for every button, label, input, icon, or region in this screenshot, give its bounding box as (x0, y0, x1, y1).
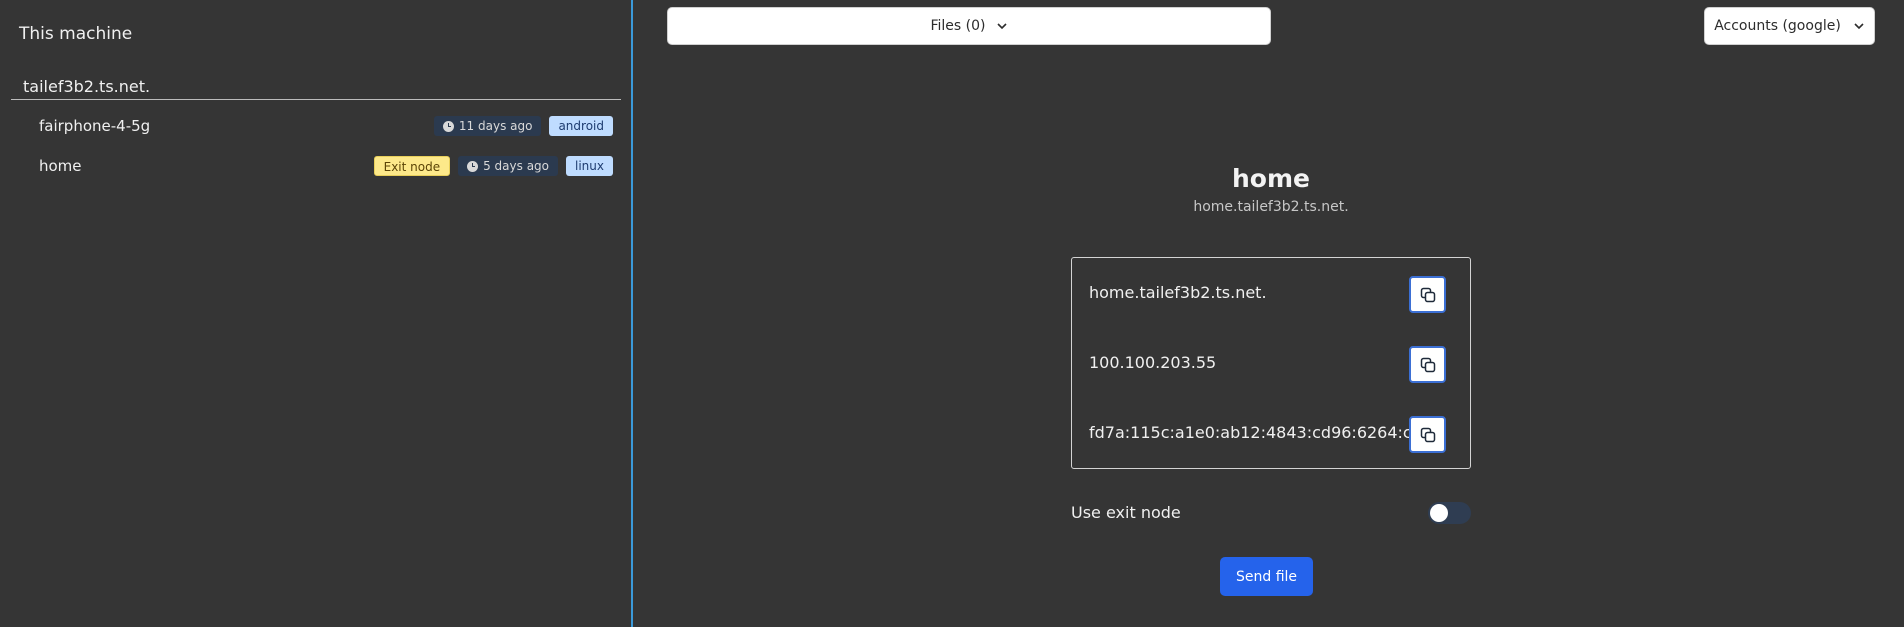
use-exit-node-toggle[interactable] (1428, 502, 1471, 524)
sidebar-title: This machine (19, 24, 133, 44)
machine-title: home (1232, 164, 1310, 193)
exit-node-badge: Exit node (373, 156, 451, 176)
machine-name: home (39, 157, 82, 175)
os-badge: android (549, 116, 613, 136)
address-row: 100.100.203.55 (1072, 328, 1470, 398)
send-file-button[interactable]: Send file (1220, 557, 1313, 596)
ipv4-address: 100.100.203.55 (1089, 353, 1217, 372)
toggle-knob (1430, 504, 1448, 522)
copy-dns-button[interactable] (1409, 276, 1446, 313)
ipv6-address: fd7a:115c:a1e0:ab12:4843:cd96:6264:cb37 (1089, 423, 1443, 442)
dns-address: home.tailef3b2.ts.net. (1089, 283, 1267, 302)
copy-ipv6-button[interactable] (1409, 416, 1446, 453)
clock-icon (442, 120, 454, 132)
os-badge: linux (566, 156, 613, 176)
last-seen-badge: 11 days ago (433, 116, 542, 136)
machine-dns-name: home.tailef3b2.ts.net. (1193, 199, 1349, 215)
files-dropdown-label: Files (0) (930, 18, 986, 34)
machine-row-fairphone[interactable]: fairphone-4-5g 11 days ago android (11, 106, 621, 146)
copy-ipv4-button[interactable] (1409, 346, 1446, 383)
accounts-dropdown[interactable]: Accounts (google) (1704, 7, 1875, 45)
chevron-down-icon (996, 23, 1007, 30)
machine-badges: Exit node 5 days ago linux (373, 156, 613, 176)
accounts-dropdown-label: Accounts (google) (1714, 18, 1841, 34)
last-seen-text: 5 days ago (483, 159, 550, 173)
tailnet-name: tailef3b2.ts.net. (23, 77, 151, 96)
copy-icon (1420, 357, 1435, 372)
sidebar: This machine tailef3b2.ts.net. fairphone… (0, 0, 633, 627)
machine-name: fairphone-4-5g (39, 117, 151, 135)
clock-icon (467, 160, 479, 172)
copy-icon (1420, 287, 1435, 302)
app-window: This machine tailef3b2.ts.net. fairphone… (0, 0, 1904, 627)
address-list: home.tailef3b2.ts.net. 100.100.203.55 fd… (1071, 257, 1471, 469)
address-row: fd7a:115c:a1e0:ab12:4843:cd96:6264:cb37 (1072, 398, 1470, 468)
last-seen-text: 11 days ago (458, 119, 533, 133)
last-seen-badge: 5 days ago (458, 156, 559, 176)
chevron-down-icon (1854, 23, 1864, 30)
use-exit-node-label: Use exit node (1071, 503, 1181, 522)
address-row: home.tailef3b2.ts.net. (1072, 258, 1470, 328)
files-dropdown[interactable]: Files (0) (667, 7, 1271, 45)
tailnet-group-header: tailef3b2.ts.net. (11, 75, 621, 100)
machine-row-home[interactable]: home Exit node 5 days ago linux (11, 146, 621, 186)
machine-badges: 11 days ago android (433, 116, 613, 136)
copy-icon (1420, 427, 1435, 442)
